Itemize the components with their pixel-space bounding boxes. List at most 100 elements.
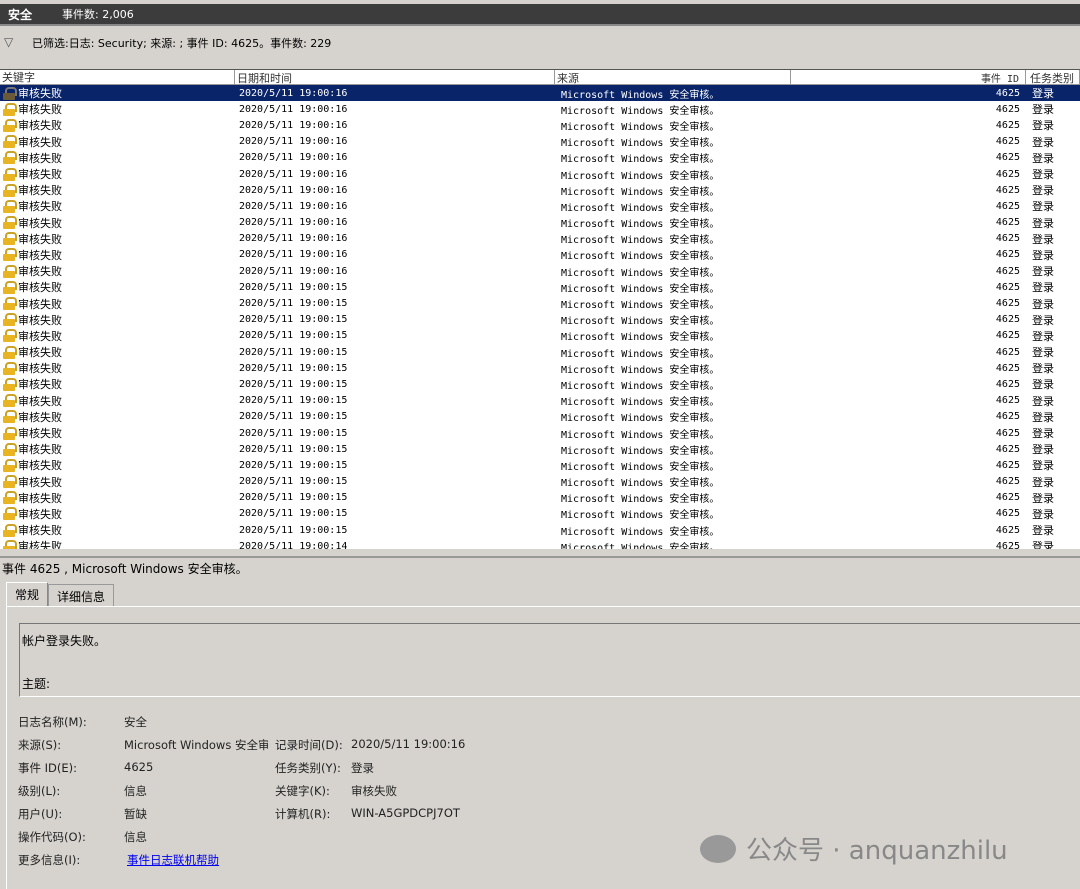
filter-text: 已筛选:日志: Security; 来源: ; 事件 ID: 4625。事件数:… [32, 37, 332, 50]
table-row[interactable]: 审核失败 2020/5/11 19:00:15 Microsoft Window… [0, 312, 1080, 328]
table-row[interactable]: 审核失败 2020/5/11 19:00:16 Microsoft Window… [0, 198, 1080, 214]
datetime-cell: 2020/5/11 19:00:15 [239, 378, 348, 390]
datetime-cell: 2020/5/11 19:00:15 [239, 395, 348, 407]
col-event-id[interactable]: 事件 ID [791, 70, 1026, 84]
table-row[interactable]: 审核失败 2020/5/11 19:00:16 Microsoft Window… [0, 263, 1080, 279]
source-cell: Microsoft Windows 安全审核。 [561, 510, 720, 522]
datetime-cell: 2020/5/11 19:00:15 [239, 476, 348, 488]
source-cell: Microsoft Windows 安全审核。 [561, 186, 720, 198]
online-help-link[interactable]: 事件日志联机帮助 [127, 852, 219, 868]
source-cell: Microsoft Windows 安全审核。 [561, 283, 720, 295]
lock-icon [3, 345, 17, 359]
task-category-cell: 登录 [1032, 313, 1054, 327]
col-source[interactable]: 来源 [555, 70, 791, 84]
source-cell: Microsoft Windows 安全审核。 [561, 526, 720, 538]
source-cell: Microsoft Windows 安全审核。 [561, 300, 720, 312]
keyword-text: 审核失败 [18, 232, 62, 246]
lock-icon [3, 297, 17, 311]
datetime-cell: 2020/5/11 19:00:16 [239, 184, 348, 196]
lock-icon [3, 102, 17, 116]
task-category-cell: 登录 [1032, 281, 1054, 295]
table-row[interactable]: 审核失败 2020/5/11 19:00:15 Microsoft Window… [0, 295, 1080, 311]
table-row[interactable]: 审核失败 2020/5/11 19:00:15 Microsoft Window… [0, 425, 1080, 441]
table-row[interactable]: 审核失败 2020/5/11 19:00:16 Microsoft Window… [0, 85, 1080, 102]
lock-icon [3, 216, 17, 230]
lock-icon [3, 248, 17, 262]
datetime-cell: 2020/5/11 19:00:14 [239, 540, 348, 549]
datetime-cell: 2020/5/11 19:00:16 [239, 103, 348, 115]
keyword-cell: 审核失败 [0, 376, 235, 392]
filter-icon: ▽ [4, 35, 14, 49]
table-row[interactable]: 审核失败 2020/5/11 19:00:16 Microsoft Window… [0, 231, 1080, 247]
level-value: 信息 [124, 784, 147, 798]
table-row[interactable]: 审核失败 2020/5/11 19:00:16 Microsoft Window… [0, 182, 1080, 198]
table-row[interactable]: 审核失败 2020/5/11 19:00:15 Microsoft Window… [0, 506, 1080, 522]
event-id-cell: 4625 [995, 168, 1020, 180]
table-row[interactable]: 审核失败 2020/5/11 19:00:16 Microsoft Window… [0, 117, 1080, 133]
lock-icon [3, 475, 17, 489]
col-keywords[interactable]: 关键字 [0, 70, 235, 84]
lock-icon [3, 507, 17, 521]
keyword-text: 审核失败 [18, 475, 62, 489]
table-row[interactable]: 审核失败 2020/5/11 19:00:16 Microsoft Window… [0, 247, 1080, 263]
source-cell: Microsoft Windows 安全审核。 [561, 138, 720, 150]
col-datetime[interactable]: 日期和时间 [235, 70, 555, 84]
table-row[interactable]: 审核失败 2020/5/11 19:00:15 Microsoft Window… [0, 490, 1080, 506]
table-row[interactable]: 审核失败 2020/5/11 19:00:15 Microsoft Window… [0, 474, 1080, 490]
task-label: 任务类别(Y): [275, 761, 341, 775]
table-row[interactable]: 审核失败 2020/5/11 19:00:15 Microsoft Window… [0, 393, 1080, 409]
table-row[interactable]: 审核失败 2020/5/11 19:00:16 Microsoft Window… [0, 166, 1080, 182]
table-row[interactable]: 审核失败 2020/5/11 19:00:15 Microsoft Window… [0, 457, 1080, 473]
table-row[interactable]: 审核失败 2020/5/11 19:00:14 Microsoft Window… [0, 538, 1080, 549]
table-row[interactable]: 审核失败 2020/5/11 19:00:15 Microsoft Window… [0, 279, 1080, 295]
event-id-cell: 4625 [995, 411, 1020, 423]
source-cell: Microsoft Windows 安全审核。 [561, 121, 720, 133]
keyword-cell: 审核失败 [0, 279, 235, 295]
table-row[interactable]: 审核失败 2020/5/11 19:00:15 Microsoft Window… [0, 441, 1080, 457]
tab-general[interactable]: 常规 [6, 582, 49, 606]
datetime-cell: 2020/5/11 19:00:15 [239, 524, 348, 536]
event-id-cell: 4625 [995, 427, 1020, 439]
table-row[interactable]: 审核失败 2020/5/11 19:00:15 Microsoft Window… [0, 409, 1080, 425]
source-cell: Microsoft Windows 安全审核。 [561, 380, 720, 392]
table-row[interactable]: 审核失败 2020/5/11 19:00:16 Microsoft Window… [0, 134, 1080, 150]
lock-icon [3, 183, 17, 197]
source-cell: Microsoft Windows 安全审核。 [561, 251, 720, 263]
table-row[interactable]: 审核失败 2020/5/11 19:00:16 Microsoft Window… [0, 101, 1080, 117]
event-count: 事件数: 2,006 [62, 8, 134, 21]
lock-icon [3, 232, 17, 246]
source-cell: Microsoft Windows 安全审核。 [561, 235, 720, 247]
event-id-cell: 4625 [995, 395, 1020, 407]
event-id-cell: 4625 [995, 119, 1020, 131]
event-id-label: 事件 ID(E): [18, 761, 78, 775]
source-cell: Microsoft Windows 安全审核。 [561, 105, 720, 117]
event-id-cell: 4625 [995, 492, 1020, 504]
table-row[interactable]: 审核失败 2020/5/11 19:00:15 Microsoft Window… [0, 376, 1080, 392]
event-description[interactable]: 帐户登录失败。 主题: [19, 623, 1080, 697]
tab-details[interactable]: 详细信息 [48, 584, 115, 606]
table-row[interactable]: 审核失败 2020/5/11 19:00:15 Microsoft Window… [0, 344, 1080, 360]
watermark-text: 公众号 · anquanzhilu [746, 836, 1008, 866]
datetime-cell: 2020/5/11 19:00:16 [239, 136, 348, 148]
column-headers: 关键字 日期和时间 来源 事件 ID 任务类别 [0, 70, 1080, 85]
event-id-cell: 4625 [995, 508, 1020, 520]
keyword-text: 审核失败 [18, 443, 62, 457]
table-row[interactable]: 审核失败 2020/5/11 19:00:16 Microsoft Window… [0, 150, 1080, 166]
datetime-cell: 2020/5/11 19:00:15 [239, 330, 348, 342]
table-row[interactable]: 审核失败 2020/5/11 19:00:15 Microsoft Window… [0, 522, 1080, 538]
lock-icon [3, 442, 17, 456]
table-row[interactable]: 审核失败 2020/5/11 19:00:15 Microsoft Window… [0, 328, 1080, 344]
event-list[interactable]: 关键字 日期和时间 来源 事件 ID 任务类别 审核失败 2020/5/11 1… [0, 69, 1080, 549]
keyword-cell: 审核失败 [0, 457, 235, 473]
datetime-cell: 2020/5/11 19:00:16 [239, 168, 348, 180]
col-task-category[interactable]: 任务类别 [1026, 70, 1080, 84]
datetime-cell: 2020/5/11 19:00:16 [239, 87, 348, 99]
keyword-cell: 审核失败 [0, 134, 235, 150]
datetime-cell: 2020/5/11 19:00:16 [239, 200, 348, 212]
table-row[interactable]: 审核失败 2020/5/11 19:00:16 Microsoft Window… [0, 215, 1080, 231]
table-row[interactable]: 审核失败 2020/5/11 19:00:15 Microsoft Window… [0, 360, 1080, 376]
source-cell: Microsoft Windows 安全审核。 [561, 267, 720, 279]
task-category-cell: 登录 [1032, 216, 1054, 230]
datetime-cell: 2020/5/11 19:00:16 [239, 119, 348, 131]
keyword-cell: 审核失败 [0, 538, 235, 549]
